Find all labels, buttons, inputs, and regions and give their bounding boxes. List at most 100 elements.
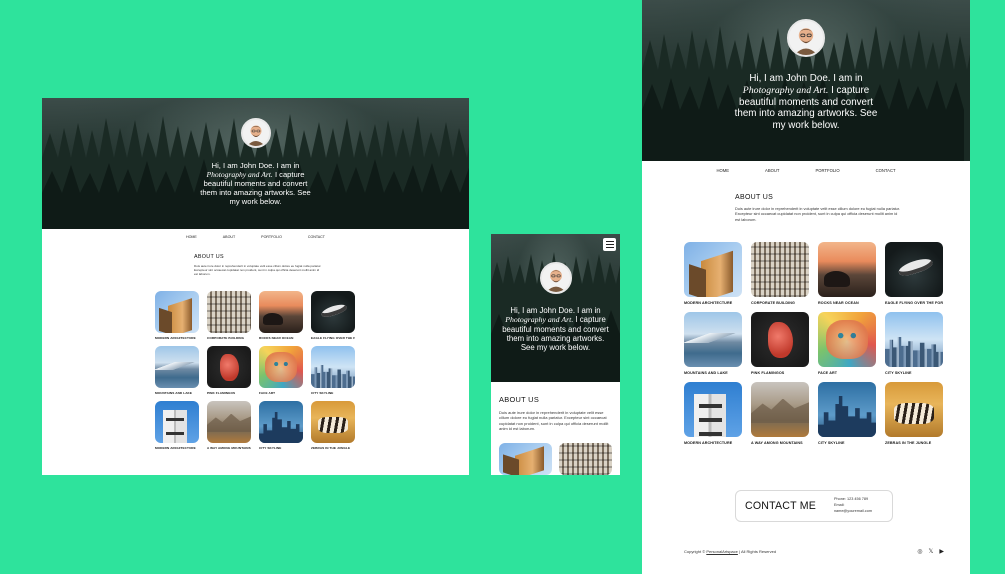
gallery-item[interactable]: MODERN ARCHITECTURE [155,401,199,450]
gallery-item[interactable]: CITY SKYLINE [311,346,355,395]
full-main-nav: HOME ABOUT PORTFOLIO CONTACT [642,166,970,175]
gallery-image[interactable] [311,346,355,388]
gallery-item[interactable]: A WAY AMONG MOUNTAINS [207,401,251,450]
gallery-item[interactable]: MODERN ARCHITECTURE [684,382,742,445]
nav-portfolio[interactable]: PORTFOLIO [815,168,839,173]
gallery-item[interactable]: MODERN ARCHITECTURE [684,242,742,305]
gallery-item[interactable]: PINK FLAMINGOS [207,346,251,395]
mobile-about-title: ABOUT US [499,395,540,404]
mobile-mockup: Hi, I am John Doe. I am in Photography a… [491,234,620,475]
copyright-text: Copyright © PersonalArtspace | All Right… [684,549,777,554]
gallery-item[interactable]: CORPORATE BUILDING [207,291,251,340]
nav-portfolio[interactable]: PORTFOLIO [261,235,282,239]
gallery-caption: CORPORATE BUILDING [751,301,795,305]
gallery-item[interactable]: FACE ART [818,312,876,375]
gallery-item[interactable]: EAGLE FLYING OVER THE FOREST [885,242,943,305]
gallery-item[interactable]: ZEBRAS IN THE JUNGLE [885,382,943,445]
gallery-item[interactable]: MOUNTAINS AND LAKE [155,346,199,395]
gallery-caption: PINK FLAMINGOS [207,391,236,395]
gallery-image[interactable] [207,401,251,443]
gallery-item[interactable]: CITY SKYLINE [885,312,943,375]
gallery-image[interactable] [684,242,742,297]
nav-home[interactable]: HOME [716,168,729,173]
gallery-item[interactable]: CITY SKYLINE [818,382,876,445]
gallery-image[interactable] [259,401,303,443]
gallery-image[interactable] [207,346,251,388]
gallery-item[interactable] [559,443,612,475]
gallery-item[interactable] [499,443,552,475]
gallery-caption: CITY SKYLINE [311,391,334,395]
gallery-caption: MOUNTAINS AND LAKE [155,391,193,395]
gallery-caption: MODERN ARCHITECTURE [155,446,196,450]
copyright-link[interactable]: PersonalArtspace [706,549,738,554]
gallery-image[interactable] [207,291,251,333]
gallery-image[interactable] [885,312,943,367]
gallery-item[interactable]: ROCKS NEAR OCEAN [818,242,876,305]
gallery-grid: MODERN ARCHITECTURE CORPORATE BUILDING ROC… [155,291,355,450]
avatar [240,118,271,148]
gallery-item[interactable]: CITY SKYLINE [259,401,303,450]
gallery-item[interactable]: MOUNTAINS AND LAKE [684,312,742,375]
hero-intro-text: Hi, I am John Doe. I am in Photography a… [200,161,311,207]
full-hero-section: Hi, I am John Doe. I am in Photography a… [642,0,970,161]
full-about-text: Duis aute irure dolor in reprehenderit i… [735,206,901,222]
gallery-item[interactable]: CORPORATE BUILDING [751,242,809,305]
contact-email[interactable]: Email: name@youremail.com [834,503,883,514]
youtube-icon[interactable]: ▶ [939,548,944,555]
desktop-mockup: Hi, I am John Doe. I am in Photography a… [42,98,469,475]
gallery-image[interactable] [684,312,742,367]
avatar-portrait-icon [541,264,570,292]
gallery-image[interactable] [751,382,809,437]
full-gallery-grid: MODERN ARCHITECTURE CORPORATE BUILDING ROC… [684,242,943,445]
full-about-section: ABOUT US Duis aute irure dolor in repreh… [735,194,900,222]
gallery-item[interactable]: PINK FLAMINGOS [751,312,809,375]
gallery-image[interactable] [559,443,612,475]
gallery-item[interactable]: FACE ART [259,346,303,395]
gallery-item[interactable]: A WAY AMONG MOUNTAINS [751,382,809,445]
mobile-hero-content: Hi, I am John Doe. I am in Photography a… [491,262,620,353]
nav-contact[interactable]: CONTACT [876,168,896,173]
gallery-image[interactable] [818,382,876,437]
x-icon[interactable]: 𝕏 [929,548,934,555]
gallery-caption: ZEBRAS IN THE JUNGLE [885,441,932,445]
hamburger-menu-icon[interactable] [603,238,616,251]
gallery-image[interactable] [684,382,742,437]
gallery-image[interactable] [259,291,303,333]
gallery-item[interactable]: ZEBRAS IN THE JUNGLE [311,401,355,450]
gallery-image[interactable] [311,291,355,333]
footer: Copyright © PersonalArtspace | All Right… [684,548,944,555]
gallery-image[interactable] [818,312,876,367]
gallery-image[interactable] [885,242,943,297]
gallery-image[interactable] [259,346,303,388]
contact-title: CONTACT ME [745,500,817,512]
gallery-image[interactable] [499,443,552,475]
gallery-caption: A WAY AMONG MOUNTAINS [751,441,803,445]
about-title: ABOUT US [194,254,224,260]
about-section: ABOUT US Duis aute irure dolor in repreh… [194,254,324,276]
gallery-item[interactable]: MODERN ARCHITECTURE [155,291,199,340]
contact-details: Phone: 123 456 789 Email: name@youremail… [834,497,883,514]
mobile-avatar [539,262,572,294]
gallery-item[interactable]: ROCKS NEAR OCEAN [259,291,303,340]
hero-content: Hi, I am John Doe. I am in Photography a… [42,118,469,207]
nav-home[interactable]: HOME [186,235,197,239]
nav-contact[interactable]: CONTACT [308,235,325,239]
gallery-image[interactable] [818,242,876,297]
instagram-icon[interactable]: ◎ [917,548,922,555]
about-text: Duis aute irure dolor in reprehenderit i… [194,264,322,277]
gallery-image[interactable] [155,291,199,333]
nav-about[interactable]: ABOUT [223,235,235,239]
gallery-image[interactable] [155,401,199,443]
gallery-image[interactable] [751,242,809,297]
social-links: ◎ 𝕏 ▶ [917,548,944,555]
gallery-caption: CITY SKYLINE [259,446,282,450]
gallery-image[interactable] [155,346,199,388]
nav-about[interactable]: ABOUT [765,168,779,173]
mobile-hero-section: Hi, I am John Doe. I am in Photography a… [491,234,620,382]
full-desktop-mockup: Hi, I am John Doe. I am in Photography a… [642,0,970,574]
gallery-item[interactable]: EAGLE FLYING OVER THE FOREST [311,291,355,340]
gallery-image[interactable] [311,401,355,443]
gallery-image[interactable] [751,312,809,367]
gallery-caption: ZEBRAS IN THE JUNGLE [311,446,351,450]
gallery-image[interactable] [885,382,943,437]
